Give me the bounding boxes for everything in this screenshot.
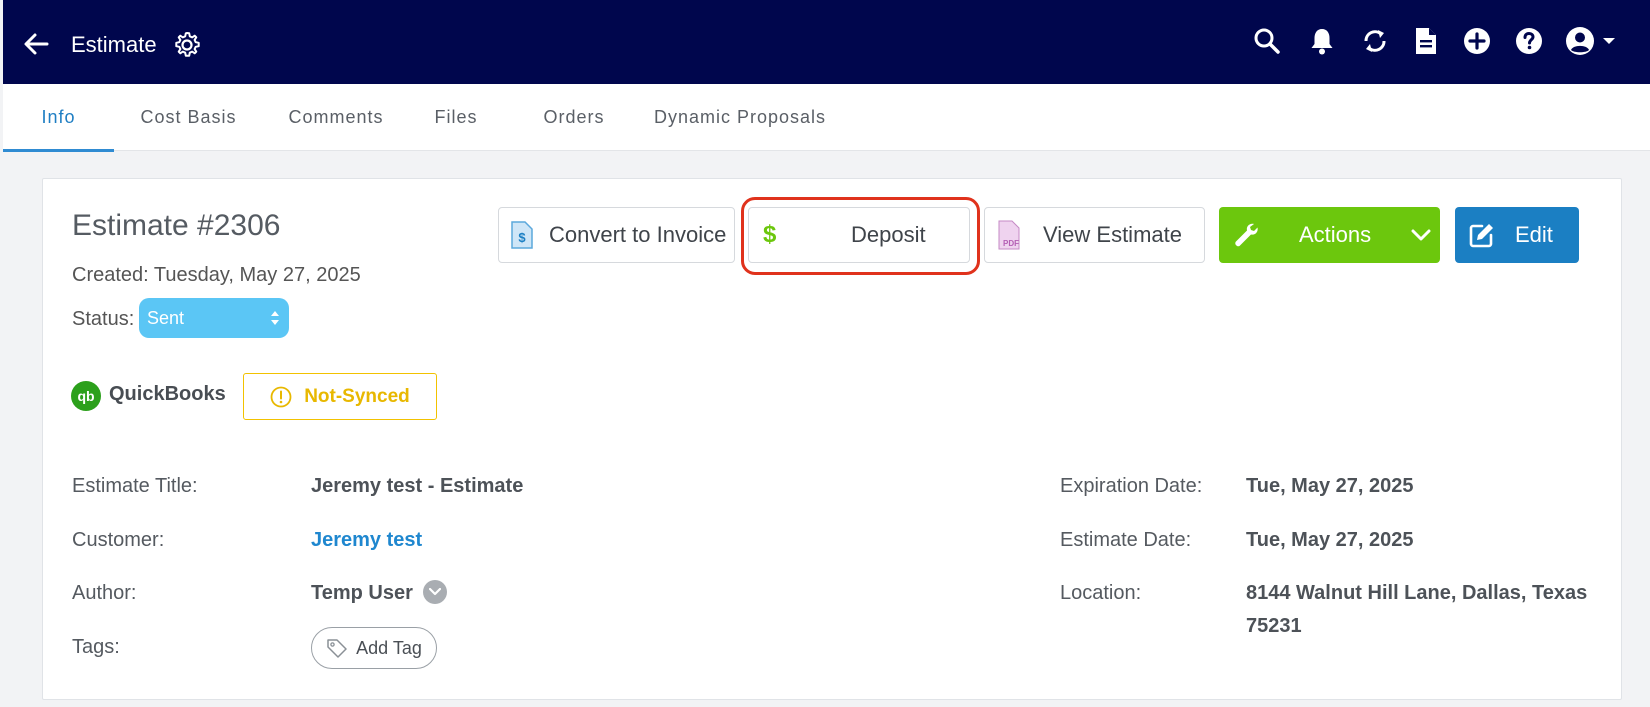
- status-label: Status:: [72, 308, 135, 330]
- view-estimate-label: View Estimate: [1043, 222, 1182, 247]
- invoice-icon: $: [511, 221, 533, 249]
- arrow-left-icon: [24, 33, 49, 55]
- tab-bar: Info Cost Basis Comments Files Orders Dy…: [3, 84, 1650, 152]
- sync-button[interactable]: [1358, 24, 1392, 58]
- notifications-button[interactable]: [1305, 24, 1339, 58]
- expiration-date-label: Expiration Date:: [1060, 475, 1203, 497]
- caret-down-icon: [1603, 38, 1615, 44]
- estimate-date-value: Tue, May 27, 2025: [1246, 529, 1414, 551]
- quickbooks-label: QuickBooks: [109, 383, 226, 405]
- estimate-date-label: Estimate Date:: [1060, 529, 1192, 551]
- chevron-down-icon: [1411, 229, 1431, 241]
- user-account-icon: [1566, 27, 1594, 55]
- author-value: Temp User: [311, 582, 413, 604]
- top-navigation-bar: Estimate: [3, 0, 1650, 84]
- wrench-icon: [1235, 223, 1258, 247]
- help-button[interactable]: [1512, 24, 1546, 58]
- status-select[interactable]: Sent: [139, 298, 289, 338]
- tab-dynamic-proposals[interactable]: Dynamic Proposals: [646, 84, 834, 151]
- actions-label: Actions: [1299, 222, 1372, 247]
- search-button[interactable]: [1250, 24, 1284, 58]
- dollar-icon: $: [763, 221, 777, 248]
- location-label: Location:: [1060, 582, 1142, 604]
- add-button[interactable]: [1460, 24, 1494, 58]
- user-menu-button[interactable]: [1564, 24, 1624, 58]
- expiration-date-value: Tue, May 27, 2025: [1246, 475, 1414, 497]
- add-tag-button[interactable]: Add Tag: [311, 627, 437, 669]
- tags-label: Tags:: [72, 636, 120, 658]
- quickbooks-logo-icon: qb: [71, 381, 101, 411]
- status-value: Sent: [147, 308, 185, 328]
- customer-link[interactable]: Jeremy test: [311, 523, 422, 557]
- estimate-title-label: Estimate Title:: [72, 475, 198, 497]
- estimate-title-value: Jeremy test - Estimate: [311, 475, 524, 497]
- sync-status-badge: Not-Synced: [243, 373, 437, 420]
- tab-info[interactable]: Info: [3, 84, 114, 152]
- back-button[interactable]: [19, 27, 53, 61]
- svg-text:PDF: PDF: [1003, 239, 1019, 248]
- search-icon: [1254, 28, 1280, 54]
- warning-circle-icon: [270, 386, 292, 407]
- edit-button[interactable]: Edit: [1455, 207, 1579, 263]
- deposit-button[interactable]: $ Deposit: [748, 207, 970, 263]
- author-label: Author:: [72, 582, 137, 604]
- documents-button[interactable]: [1409, 24, 1443, 58]
- add-tag-label: Add Tag: [356, 637, 422, 658]
- plus-circle-icon: [1464, 28, 1490, 54]
- estimate-number: Estimate #2306: [72, 209, 281, 242]
- customer-label: Customer:: [72, 529, 165, 551]
- tag-icon: [327, 639, 347, 658]
- document-icon: [1416, 28, 1436, 54]
- edit-label: Edit: [1515, 222, 1553, 247]
- help-icon: [1516, 28, 1542, 54]
- actions-dropdown-button[interactable]: Actions: [1219, 207, 1440, 263]
- bell-icon: [1311, 29, 1333, 55]
- chevron-down-icon: [429, 588, 441, 596]
- tab-comments[interactable]: Comments: [271, 84, 401, 151]
- pdf-icon: PDF: [998, 220, 1020, 250]
- edit-icon: [1469, 224, 1493, 248]
- select-arrows-icon: [271, 311, 279, 325]
- gear-icon: [175, 32, 200, 57]
- svg-text:qb: qb: [77, 388, 94, 404]
- tab-orders[interactable]: Orders: [531, 84, 617, 151]
- sync-status-text: Not-Synced: [304, 385, 410, 407]
- convert-to-invoice-label: Convert to Invoice: [549, 222, 727, 247]
- tab-cost-basis[interactable]: Cost Basis: [130, 84, 247, 151]
- svg-text:$: $: [518, 230, 526, 245]
- created-date: Created: Tuesday, May 27, 2025: [72, 264, 361, 286]
- convert-to-invoice-button[interactable]: $ Convert to Invoice: [498, 207, 735, 263]
- location-line-2: 75231: [1246, 615, 1302, 637]
- deposit-label: Deposit: [851, 222, 926, 247]
- location-line-1: 8144 Walnut Hill Lane, Dallas, Texas: [1246, 582, 1588, 604]
- page-title: Estimate: [71, 32, 157, 57]
- settings-button[interactable]: [172, 30, 202, 60]
- sync-icon: [1364, 30, 1386, 52]
- author-dropdown-button[interactable]: [423, 580, 447, 604]
- tab-files[interactable]: Files: [421, 84, 491, 151]
- view-estimate-button[interactable]: PDF View Estimate: [984, 207, 1205, 263]
